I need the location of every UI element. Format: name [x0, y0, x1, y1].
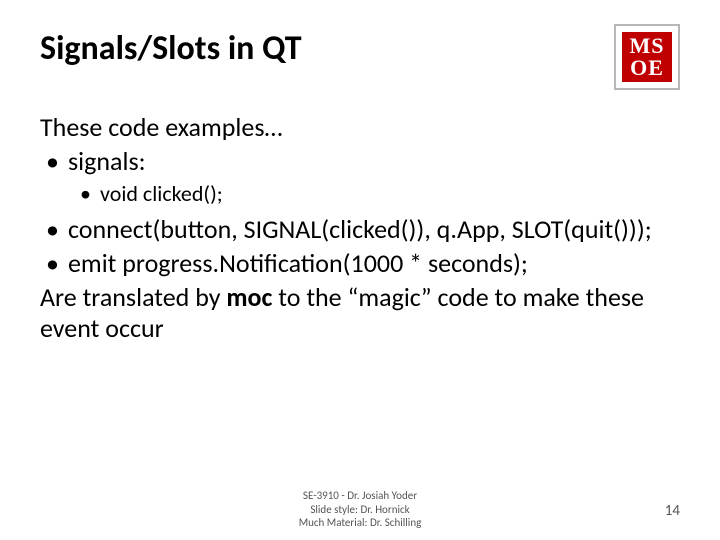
body-outro: Are translated by moc to the “magic” cod… [40, 282, 680, 345]
footer-line-3: Much Material: Dr. Schilling [0, 516, 720, 530]
page-number: 14 [665, 502, 680, 520]
bullet-signals: signals: [40, 146, 680, 178]
slide-body: These code examples… signals: void click… [40, 112, 680, 345]
logo-text-top: MS [630, 35, 665, 57]
bullet-emit: emit progress.Notification(1000 * second… [40, 248, 680, 280]
msoe-logo-inner: MS OE [622, 32, 672, 82]
outro-pre: Are translated by [40, 281, 226, 313]
logo-text-bottom: OE [630, 57, 664, 79]
slide: Signals/Slots in QT MS OE These code exa… [0, 0, 720, 540]
slide-footer: SE-3910 - Dr. Josiah Yoder Slide style: … [0, 489, 720, 530]
slide-title: Signals/Slots in QT [40, 30, 302, 67]
footer-line-2: Slide style: Dr. Hornick [0, 503, 720, 517]
footer-line-1: SE-3910 - Dr. Josiah Yoder [0, 489, 720, 503]
bullet-connect: connect(button, SIGNAL(clicked()), q.App… [40, 214, 680, 246]
slide-header: Signals/Slots in QT MS OE [40, 30, 680, 90]
msoe-logo: MS OE [614, 24, 680, 90]
body-intro: These code examples… [40, 112, 680, 144]
bullet-void-clicked: void clicked(); [40, 181, 680, 208]
outro-moc: moc [226, 281, 272, 313]
